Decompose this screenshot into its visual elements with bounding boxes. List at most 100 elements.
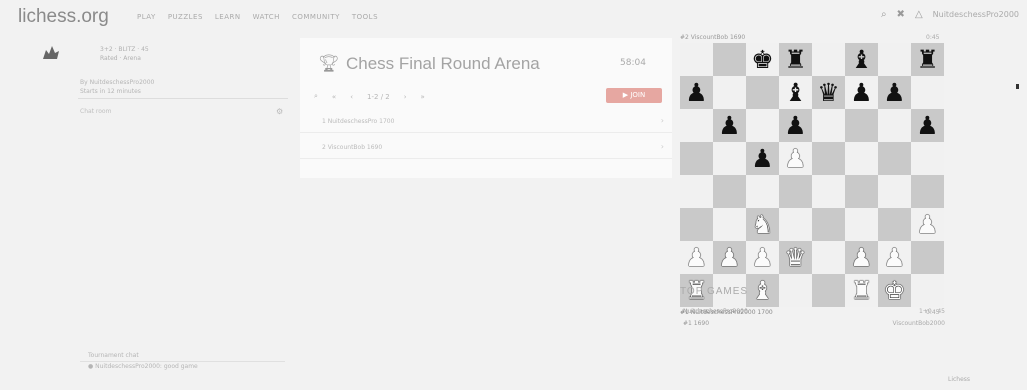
black-rook-icon[interactable]: ♜ (916, 47, 938, 72)
black-king-icon[interactable]: ♚ (751, 47, 773, 72)
white-pawn-icon[interactable]: ♟ (751, 245, 773, 270)
square-f7[interactable]: ♟ (845, 76, 878, 109)
square-f2[interactable]: ♟ (845, 241, 878, 274)
square-a5[interactable] (680, 142, 713, 175)
black-bishop-icon[interactable]: ♝ (784, 80, 806, 105)
prev-page-button[interactable]: ‹ (350, 93, 353, 101)
white-king-icon[interactable]: ♚ (883, 278, 905, 303)
square-b2[interactable]: ♟ (713, 241, 746, 274)
square-c7[interactable] (746, 76, 779, 109)
last-page-button[interactable]: » (421, 93, 425, 101)
square-d5[interactable]: ♟ (779, 142, 812, 175)
square-h4[interactable] (911, 175, 944, 208)
square-d1[interactable] (779, 274, 812, 307)
square-e3[interactable] (812, 208, 845, 241)
square-h2[interactable] (911, 241, 944, 274)
nav-learn[interactable]: LEARN (215, 13, 241, 21)
black-rook-icon[interactable]: ♜ (784, 47, 806, 72)
square-d7[interactable]: ♝ (779, 76, 812, 109)
nav-tools[interactable]: TOOLS (352, 13, 378, 21)
nav-watch[interactable]: WATCH (253, 13, 280, 21)
square-h3[interactable]: ♟ (911, 208, 944, 241)
black-queen-icon[interactable]: ♛ (817, 80, 839, 105)
black-bishop-icon[interactable]: ♝ (850, 47, 872, 72)
black-pawn-icon[interactable]: ♟ (850, 80, 872, 105)
square-g2[interactable]: ♟ (878, 241, 911, 274)
chess-board[interactable]: ♚ ♜ ♝ ♜ ♟ ♝ ♛ ♟ ♟ ♟ ♟ ♟ ♟ ♟ ♞ ♟ ♟ ♟ ♟ ♛ ♟ ♟ ♜ ♝ ♜ ♚ (680, 43, 944, 307)
bell-icon[interactable]: △ (915, 9, 923, 20)
square-c1[interactable]: ♝ (746, 274, 779, 307)
black-pawn-icon[interactable]: ♟ (916, 113, 938, 138)
standings-row[interactable]: 2 ViscountBob 1690 › (300, 138, 672, 159)
white-bishop-icon[interactable]: ♝ (751, 278, 773, 303)
tournament-creator[interactable]: By NuitdeschessPro2000 (80, 78, 154, 87)
white-pawn-icon[interactable]: ♟ (685, 245, 707, 270)
square-h7[interactable] (911, 76, 944, 109)
square-f4[interactable] (845, 175, 878, 208)
nav-community[interactable]: COMMUNITY (292, 13, 340, 21)
square-e5[interactable] (812, 142, 845, 175)
square-g1[interactable]: ♚ (878, 274, 911, 307)
square-h5[interactable] (911, 142, 944, 175)
square-b3[interactable] (713, 208, 746, 241)
black-pawn-icon[interactable]: ♟ (751, 146, 773, 171)
white-pawn-icon[interactable]: ♟ (916, 212, 938, 237)
white-pawn-icon[interactable]: ♟ (718, 245, 740, 270)
square-a2[interactable]: ♟ (680, 241, 713, 274)
square-g7[interactable]: ♟ (878, 76, 911, 109)
square-e2[interactable] (812, 241, 845, 274)
square-f8[interactable]: ♝ (845, 43, 878, 76)
square-b4[interactable] (713, 175, 746, 208)
square-c3[interactable]: ♞ (746, 208, 779, 241)
square-a7[interactable]: ♟ (680, 76, 713, 109)
white-pawn-icon[interactable]: ♟ (784, 146, 806, 171)
square-a6[interactable] (680, 109, 713, 142)
square-e6[interactable] (812, 109, 845, 142)
square-c8[interactable]: ♚ (746, 43, 779, 76)
chat-settings-icon[interactable]: ⚙ (276, 107, 283, 116)
square-h6[interactable]: ♟ (911, 109, 944, 142)
search-icon[interactable]: ⌕ (881, 9, 887, 20)
white-pawn-icon[interactable]: ♟ (850, 245, 872, 270)
square-b7[interactable] (713, 76, 746, 109)
square-g4[interactable] (878, 175, 911, 208)
user-menu[interactable]: NuitdeschessPro2000 (933, 10, 1019, 19)
square-a4[interactable] (680, 175, 713, 208)
cross-icon[interactable]: ✖ (897, 9, 905, 20)
square-c4[interactable] (746, 175, 779, 208)
site-logo[interactable]: lichess.org (18, 6, 109, 28)
white-rook-icon[interactable]: ♜ (850, 278, 872, 303)
square-g3[interactable] (878, 208, 911, 241)
black-pawn-icon[interactable]: ♟ (685, 80, 707, 105)
square-h1[interactable] (911, 274, 944, 307)
square-a3[interactable] (680, 208, 713, 241)
square-g5[interactable] (878, 142, 911, 175)
square-e4[interactable] (812, 175, 845, 208)
standings-row[interactable]: 1 NuitdeschessPro 1700 › (300, 112, 672, 133)
join-button[interactable]: ▶ JOIN (606, 88, 662, 103)
white-queen-icon[interactable]: ♛ (784, 245, 806, 270)
square-d4[interactable] (779, 175, 812, 208)
square-e8[interactable] (812, 43, 845, 76)
square-e7[interactable]: ♛ (812, 76, 845, 109)
square-d2[interactable]: ♛ (779, 241, 812, 274)
square-f3[interactable] (845, 208, 878, 241)
first-page-button[interactable]: « (332, 93, 336, 101)
square-f5[interactable] (845, 142, 878, 175)
square-g8[interactable] (878, 43, 911, 76)
white-pawn-icon[interactable]: ♟ (883, 245, 905, 270)
square-a8[interactable] (680, 43, 713, 76)
square-d3[interactable] (779, 208, 812, 241)
square-f6[interactable] (845, 109, 878, 142)
square-b8[interactable] (713, 43, 746, 76)
top-player[interactable]: #2 ViscountBob 1690 (680, 34, 745, 41)
nav-play[interactable]: PLAY (137, 13, 156, 21)
square-c5[interactable]: ♟ (746, 142, 779, 175)
black-pawn-icon[interactable]: ♟ (718, 113, 740, 138)
square-c2[interactable]: ♟ (746, 241, 779, 274)
square-b5[interactable] (713, 142, 746, 175)
square-f1[interactable]: ♜ (845, 274, 878, 307)
square-b6[interactable]: ♟ (713, 109, 746, 142)
search-icon[interactable]: ⌕ (314, 92, 318, 101)
square-d6[interactable]: ♟ (779, 109, 812, 142)
